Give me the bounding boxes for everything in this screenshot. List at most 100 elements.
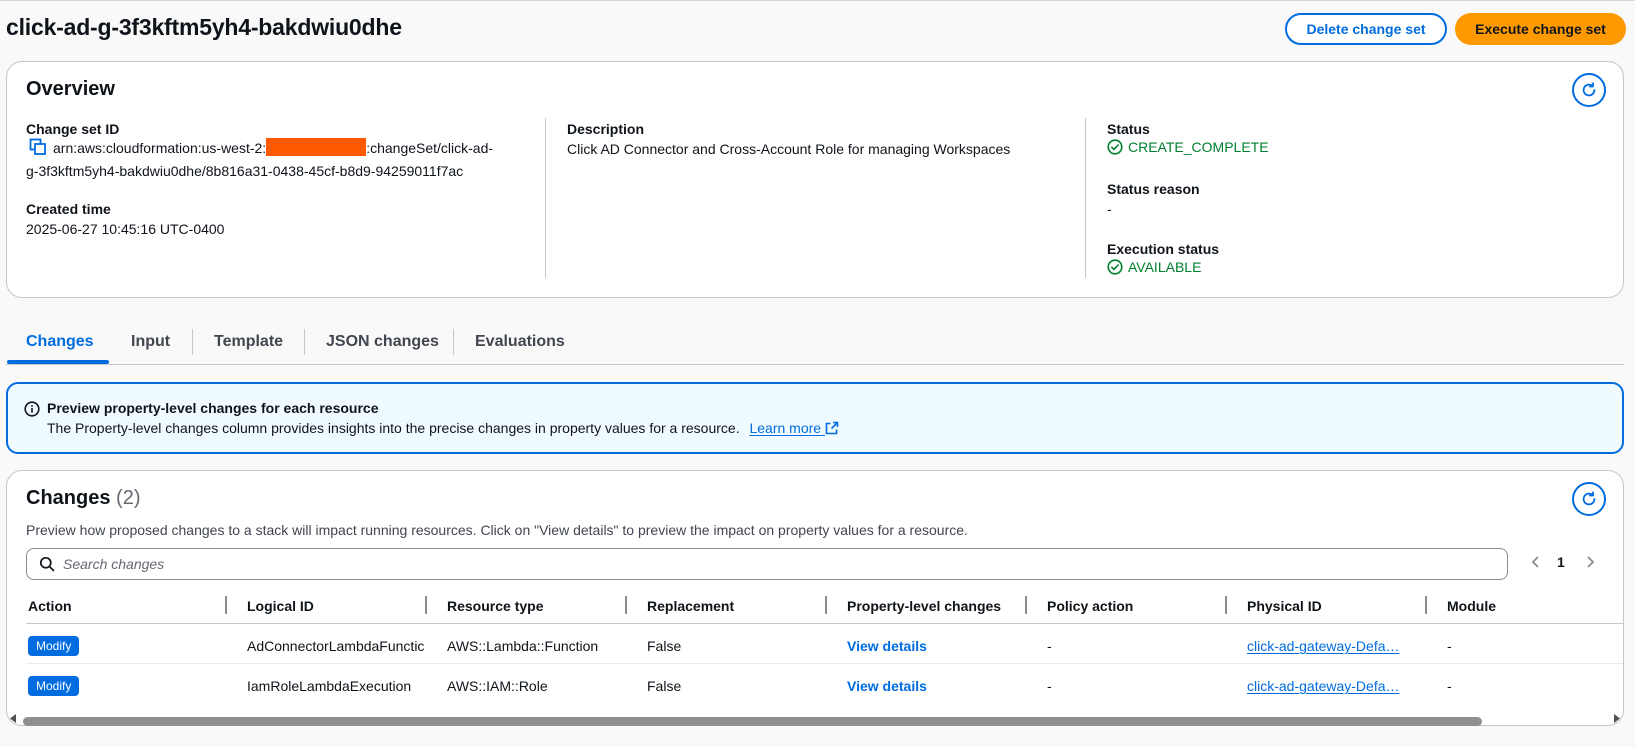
physical-id-link[interactable]: click-ad-gateway-Defa…	[1247, 638, 1407, 654]
tab-changes[interactable]: Changes	[26, 333, 94, 351]
column-resizer[interactable]	[1025, 596, 1027, 614]
column-resizer[interactable]	[625, 596, 627, 614]
prev-page-button[interactable]	[1529, 555, 1543, 572]
column-header-property-level-changes[interactable]: Property-level changes	[847, 598, 1001, 614]
changes-count: (2)	[116, 487, 141, 509]
active-tab-indicator	[7, 360, 109, 364]
column-header-module[interactable]: Module	[1447, 598, 1496, 614]
execution-status-text: AVAILABLE	[1128, 259, 1202, 275]
column-resizer[interactable]	[425, 596, 427, 614]
column-resizer[interactable]	[1225, 596, 1227, 614]
info-text: The Property-level changes column provid…	[47, 420, 839, 436]
column-header-resource-type[interactable]: Resource type	[447, 598, 543, 614]
column-divider	[545, 118, 546, 278]
resource-type-cell: AWS::IAM::Role	[447, 678, 548, 694]
search-box	[26, 548, 1508, 580]
column-header-replacement[interactable]: Replacement	[647, 598, 734, 614]
tab-json-changes[interactable]: JSON changes	[326, 333, 439, 351]
module-cell: -	[1447, 638, 1452, 654]
scrollbar-thumb[interactable]	[23, 717, 1482, 726]
changes-title-text: Changes	[26, 487, 111, 509]
execute-change-set-button[interactable]: Execute change set	[1455, 13, 1626, 45]
module-cell: -	[1447, 678, 1452, 694]
logical-id-cell: IamRoleLambdaExecution	[247, 678, 412, 694]
external-link-icon	[825, 421, 839, 435]
column-header-action[interactable]: Action	[28, 598, 72, 614]
created-time-value: 2025-06-27 10:45:16 UTC-0400	[26, 221, 225, 237]
top-border	[0, 0, 1635, 1]
next-page-button[interactable]	[1583, 555, 1597, 572]
resource-type-cell: AWS::Lambda::Function	[447, 638, 599, 654]
overview-panel: Overview Change set ID arn:aws:cloudform…	[6, 61, 1624, 298]
changes-panel: Changes (2) Preview how proposed changes…	[6, 470, 1624, 726]
description-label: Description	[567, 121, 645, 137]
column-resizer[interactable]	[825, 596, 827, 614]
tab-bar: Changes Input Template JSON changes Eval…	[6, 325, 1624, 365]
action-badge: Modify	[28, 636, 80, 656]
info-icon	[24, 401, 40, 417]
column-resizer[interactable]	[225, 596, 227, 614]
overview-refresh-button[interactable]	[1572, 73, 1606, 107]
status-text: CREATE_COMPLETE	[1128, 139, 1269, 155]
execution-status-value: AVAILABLE	[1107, 259, 1201, 275]
tab-template[interactable]: Template	[214, 333, 283, 351]
column-header-policy-action[interactable]: Policy action	[1047, 598, 1133, 614]
action-badge: Modify	[28, 676, 80, 696]
search-icon	[39, 556, 55, 572]
policy-action-cell: -	[1047, 638, 1052, 654]
horizontal-scrollbar[interactable]	[7, 711, 1623, 726]
column-header-physical-id[interactable]: Physical ID	[1247, 598, 1322, 614]
overview-title: Overview	[26, 78, 115, 100]
header-divider	[26, 623, 1623, 624]
scrollbar-track[interactable]	[23, 714, 1609, 726]
tab-separator	[453, 329, 454, 355]
delete-change-set-button[interactable]: Delete change set	[1285, 13, 1447, 45]
status-reason-label: Status reason	[1107, 181, 1200, 197]
redacted-account-id	[266, 138, 367, 156]
scroll-left-arrow-icon[interactable]	[9, 714, 17, 723]
check-circle-icon	[1107, 139, 1123, 155]
learn-more-label: Learn more	[749, 420, 822, 436]
scroll-right-arrow-icon[interactable]	[1613, 714, 1621, 723]
refresh-icon	[1582, 82, 1596, 97]
physical-id-link[interactable]: click-ad-gateway-Defa…	[1247, 678, 1407, 694]
learn-more-link[interactable]: Learn more	[749, 420, 839, 436]
row-divider	[26, 663, 1623, 664]
info-title: Preview property-level changes for each …	[47, 400, 379, 416]
change-set-id-value: arn:aws:cloudformation:us-west-2: :change…	[26, 138, 496, 181]
column-resizer[interactable]	[1425, 596, 1427, 614]
view-details-link[interactable]: View details	[847, 678, 927, 694]
column-header-logical-id[interactable]: Logical ID	[247, 598, 314, 614]
changes-title: Changes (2)	[26, 487, 140, 510]
replacement-cell: False	[647, 638, 682, 654]
copy-icon[interactable]	[29, 138, 47, 161]
chevron-left-icon	[1531, 556, 1539, 568]
chevron-right-icon	[1587, 556, 1595, 568]
column-divider	[1085, 118, 1086, 278]
check-circle-icon	[1107, 259, 1123, 275]
tab-input[interactable]: Input	[131, 333, 170, 351]
refresh-icon	[1582, 491, 1596, 506]
created-time-label: Created time	[26, 201, 111, 217]
info-alert: Preview property-level changes for each …	[6, 382, 1624, 454]
execution-status-label: Execution status	[1107, 241, 1220, 257]
change-set-id-line2: g-3f3kftm5yh4-bakdwiu0dhe/8b816a31-0438-…	[26, 163, 464, 179]
tab-separator	[192, 329, 193, 355]
changes-description: Preview how proposed changes to a stack …	[26, 522, 968, 538]
replacement-cell: False	[647, 678, 682, 694]
tab-evaluations[interactable]: Evaluations	[475, 333, 565, 351]
logical-id-cell: AdConnectorLambdaFunctic	[247, 638, 425, 654]
status-label: Status	[1107, 121, 1150, 137]
view-details-link[interactable]: View details	[847, 638, 927, 654]
page-title: click-ad-g-3f3kftm5yh4-bakdwiu0dhe	[6, 14, 402, 40]
search-input[interactable]	[63, 556, 1463, 572]
change-set-id-suffix: :changeSet/click-ad-	[366, 140, 494, 156]
changes-refresh-button[interactable]	[1572, 482, 1606, 516]
change-set-id-prefix: arn:aws:cloudformation:us-west-2:	[53, 140, 267, 156]
change-set-id-label: Change set ID	[26, 121, 120, 137]
status-reason-value: -	[1107, 201, 1112, 217]
status-value: CREATE_COMPLETE	[1107, 139, 1269, 155]
policy-action-cell: -	[1047, 678, 1052, 694]
page-number[interactable]: 1	[1557, 554, 1565, 570]
tab-separator	[304, 329, 305, 355]
